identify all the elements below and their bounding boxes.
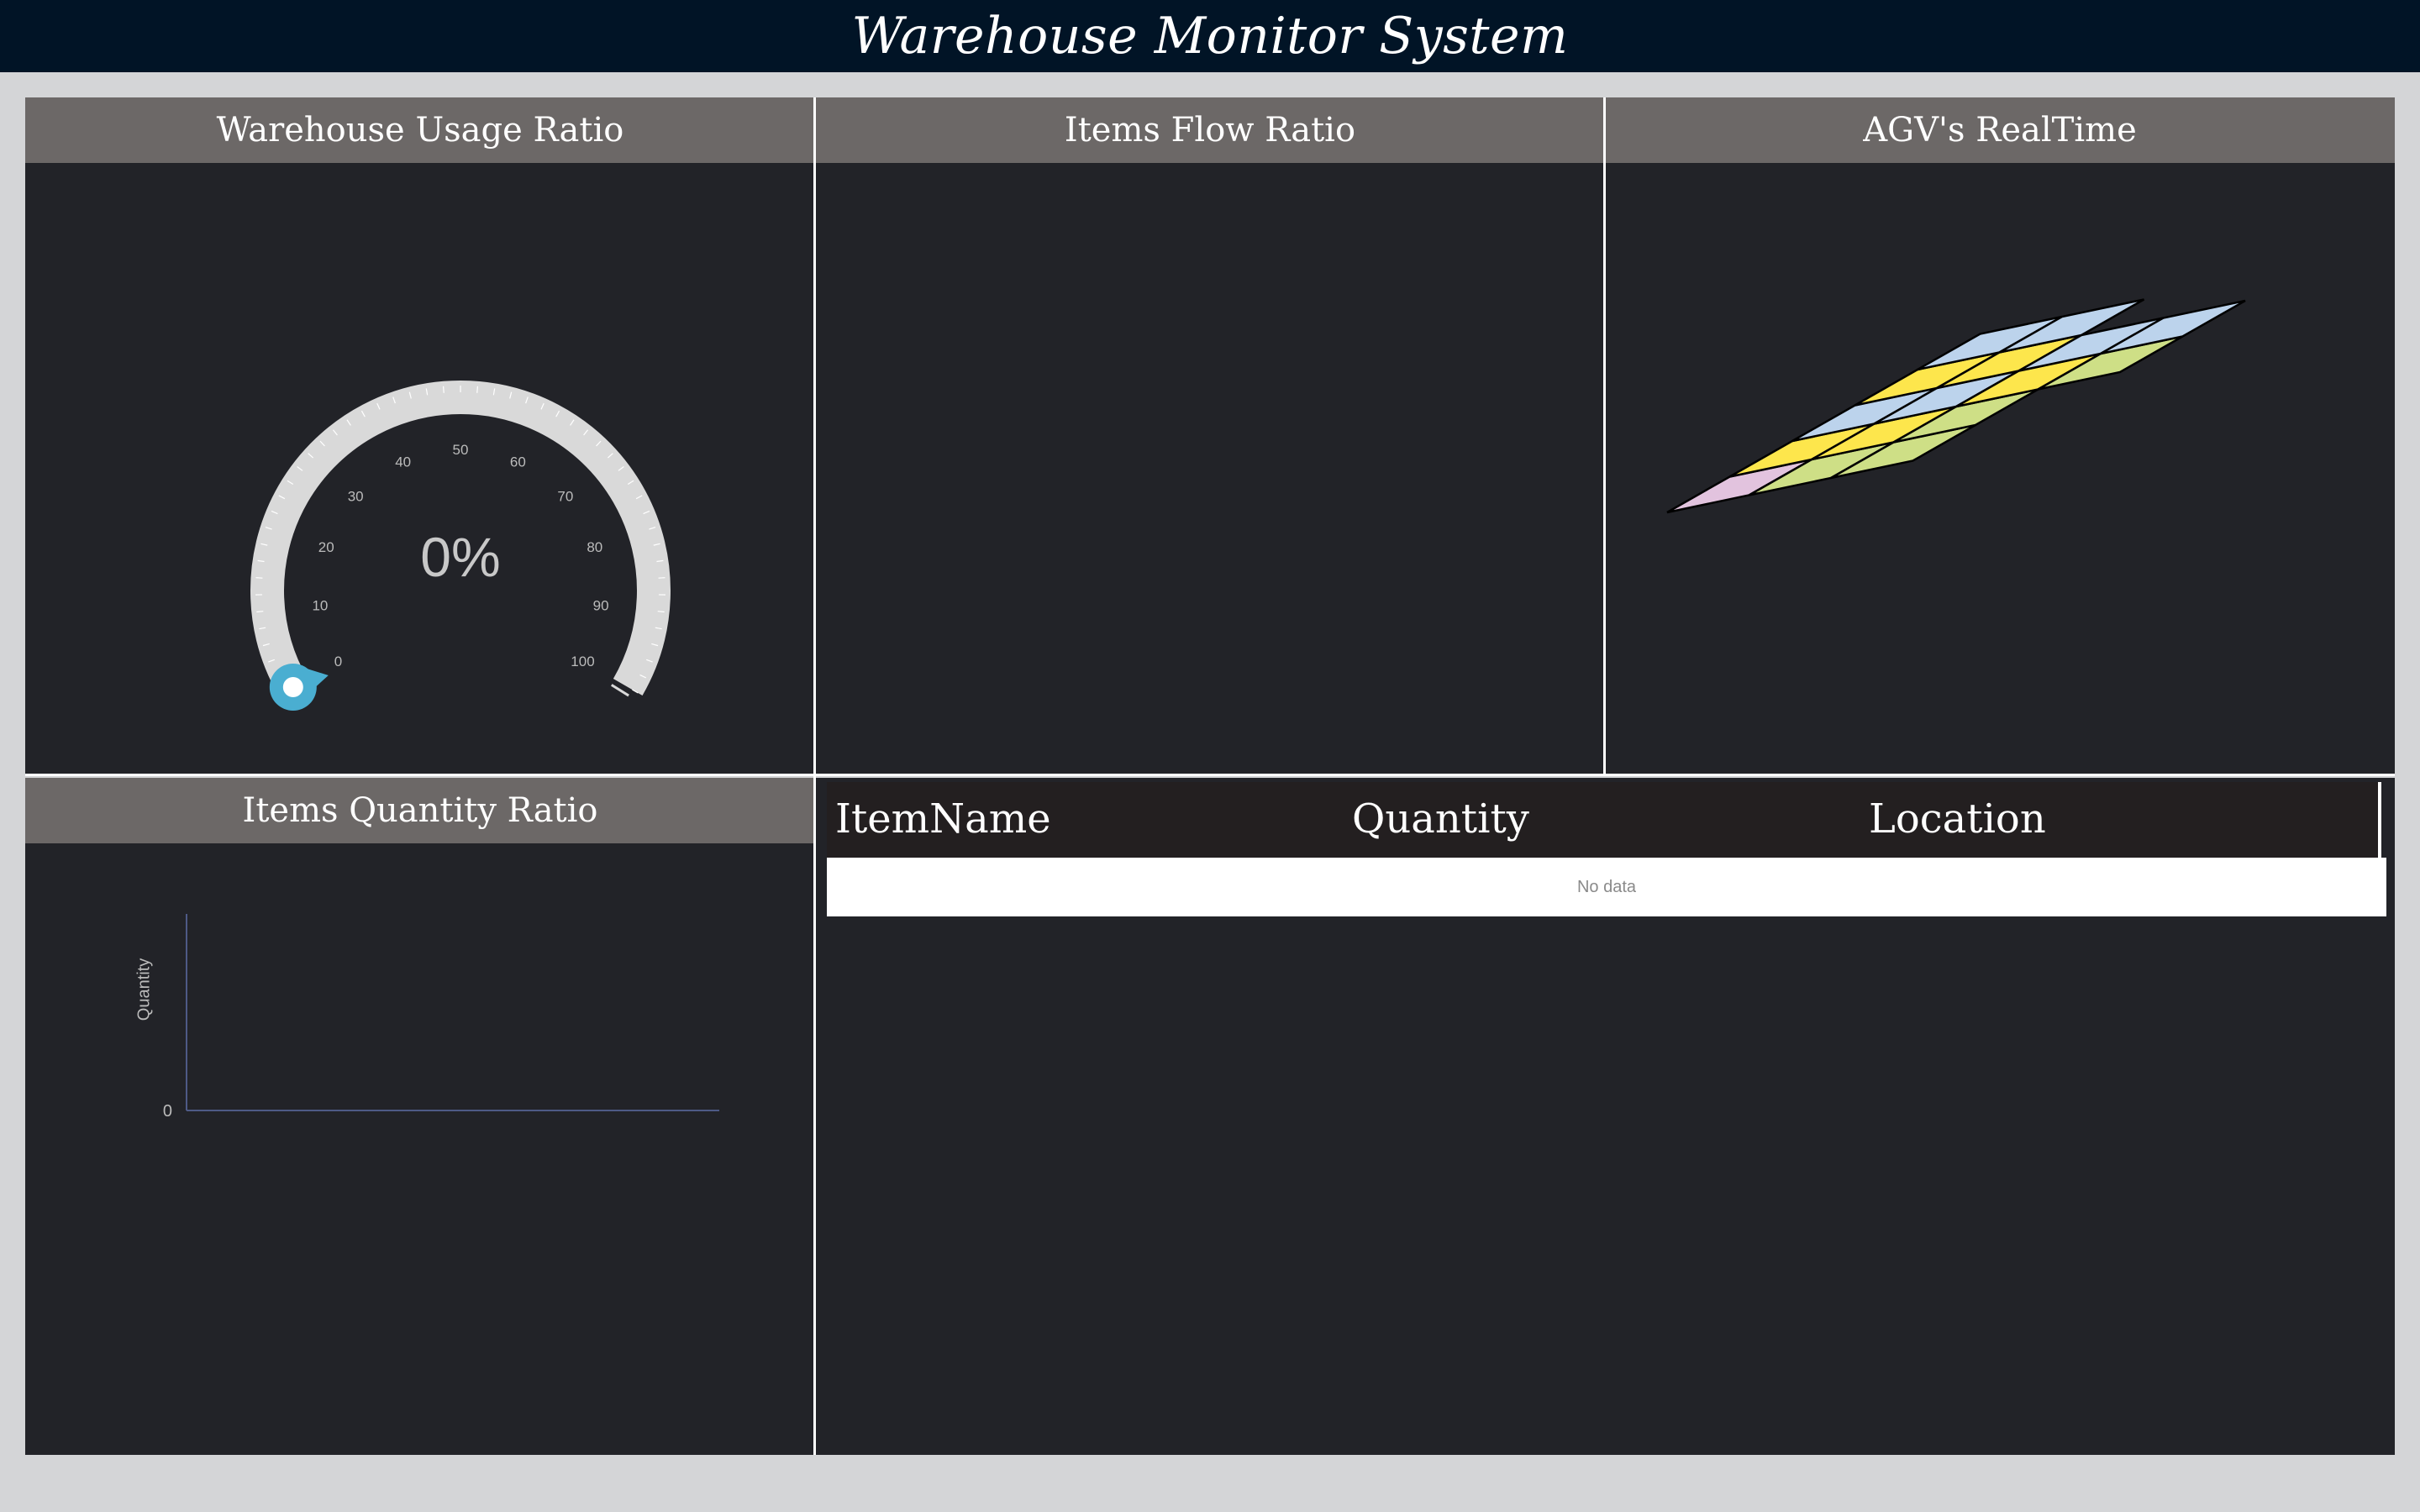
flow-panel-header: Items Flow Ratio <box>815 97 1605 163</box>
gauge-value-label: 0% <box>420 526 500 588</box>
quantity-panel-title: Items Quantity Ratio <box>242 791 598 830</box>
app-header: Warehouse Monitor System <box>0 0 2420 72</box>
usage-panel-header: Warehouse Usage Ratio <box>25 97 815 163</box>
gauge-tick-label: 30 <box>348 489 364 505</box>
gauge-tick-label: 70 <box>557 489 573 505</box>
agv-grid-map <box>1666 298 2246 514</box>
gauge-tick-label: 40 <box>395 454 411 470</box>
gauge-tick-label: 100 <box>571 654 594 669</box>
app-title: Warehouse Monitor System <box>851 7 1569 66</box>
gauge-tick-label: 50 <box>453 442 469 458</box>
column-header-quantity[interactable]: Quantity <box>1352 795 1529 843</box>
quantity-panel-header: Items Quantity Ratio <box>25 778 815 843</box>
gauge-tick-label: 80 <box>587 539 602 555</box>
gauge-tick-label: 20 <box>318 539 334 555</box>
quantity-bar-chart: Quantity 0 <box>134 914 719 1121</box>
chart-y-tick-label: 0 <box>163 1102 172 1121</box>
gauge-tick-label: 0 <box>334 654 342 669</box>
usage-gauge: 0 10 20 30 40 50 60 70 80 90 100 0% <box>250 381 671 711</box>
gauge-minor-tick <box>255 577 263 579</box>
usage-panel-title: Warehouse Usage Ratio <box>216 111 624 150</box>
gauge-tick-label: 90 <box>593 598 609 614</box>
divider <box>25 774 2395 776</box>
chart-y-axis-title: Quantity <box>134 958 153 1021</box>
gauge-minor-tick <box>442 386 445 393</box>
items-table-body: No data <box>827 858 2386 916</box>
divider <box>1603 97 1606 774</box>
gauge-tick-label: 60 <box>510 454 526 470</box>
column-header-location[interactable]: Location <box>1869 795 2046 843</box>
agv-panel-title: AGV's RealTime <box>1863 111 2137 150</box>
agv-panel-header: AGV's RealTime <box>1605 97 2395 163</box>
divider <box>2378 782 2381 916</box>
gauge-tick-label: 10 <box>312 598 328 614</box>
flow-panel: Items Flow Ratio <box>815 97 1605 774</box>
table-empty-text: No data <box>1576 877 1637 896</box>
usage-panel: Warehouse Usage Ratio 0 10 20 30 40 50 60 70 80 9… <box>25 97 815 774</box>
gauge-end-mark <box>610 684 629 697</box>
agv-panel: AGV's RealTime <box>1605 97 2395 774</box>
flow-panel-title: Items Flow Ratio <box>1064 111 1356 150</box>
gauge-pointer[interactable] <box>269 664 329 711</box>
divider <box>813 97 816 1455</box>
gauge-minor-tick <box>476 386 479 393</box>
quantity-panel: Items Quantity Ratio Quantity 0 <box>25 778 815 1455</box>
gauge-minor-tick <box>658 577 666 579</box>
items-table-header: ItemName Quantity Location <box>827 782 2378 858</box>
column-header-itemname[interactable]: ItemName <box>835 795 1051 843</box>
